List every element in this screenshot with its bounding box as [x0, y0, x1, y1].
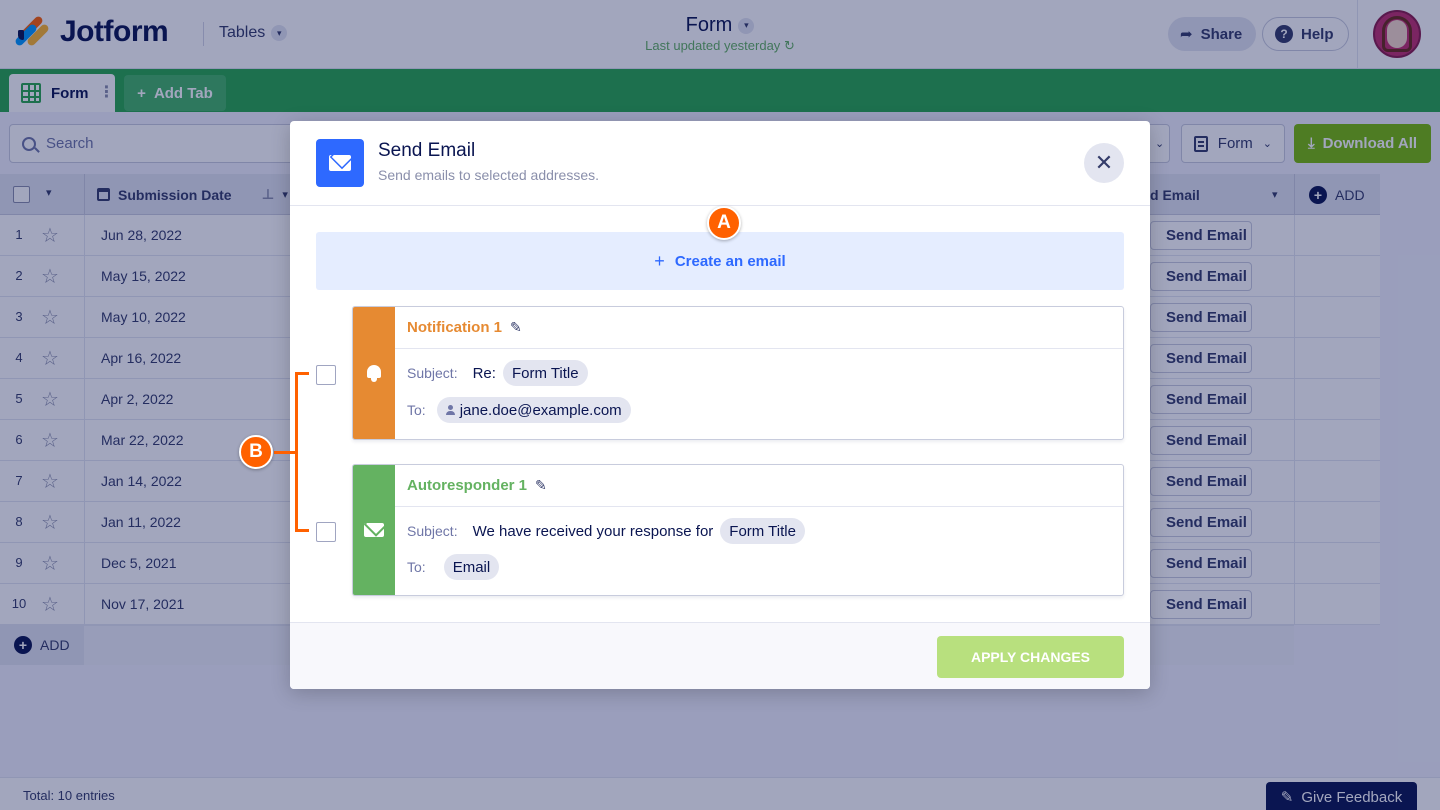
annotation-bracket — [295, 372, 309, 532]
annotation-marker-a: A — [707, 206, 741, 240]
envelope-icon — [364, 523, 384, 537]
subject-label: Subject: — [407, 365, 458, 381]
close-icon: ✕ — [1094, 150, 1114, 175]
email-card-notification[interactable]: Notification 1 ✎ Subject: Re: Form Title… — [352, 306, 1124, 440]
person-icon — [445, 405, 455, 415]
to-label: To: — [407, 559, 426, 575]
edit-pencil-icon[interactable]: ✎ — [535, 477, 547, 494]
apply-changes-button[interactable]: APPLY CHANGES — [937, 636, 1124, 678]
annotation-marker-b: B — [239, 435, 273, 469]
notification-header: Notification 1 ✎ — [395, 307, 1123, 349]
modal-title: Send Email — [378, 140, 476, 161]
notification-name: Notification 1 — [407, 319, 503, 336]
email-card-autoresponder[interactable]: Autoresponder 1 ✎ Subject: We have recei… — [352, 464, 1124, 596]
plus-icon: + — [654, 250, 665, 271]
recipient-chip: jane.doe@example.com — [436, 397, 631, 423]
autoresponder-checkbox[interactable] — [316, 522, 336, 542]
close-button[interactable]: ✕ — [1084, 143, 1124, 183]
autoresponder-stripe — [353, 465, 395, 595]
subject-field-chip: Form Title — [720, 518, 805, 544]
autoresponder-header: Autoresponder 1 ✎ — [395, 465, 1123, 507]
bell-icon — [365, 364, 383, 382]
notification-subject-row: Subject: Re: Form Title — [407, 360, 588, 386]
create-email-button[interactable]: + Create an email — [316, 232, 1124, 290]
subject-field-chip: Form Title — [502, 360, 588, 386]
notification-checkbox[interactable] — [316, 365, 336, 385]
edit-pencil-icon[interactable]: ✎ — [510, 319, 522, 336]
annotation-bracket-tick — [274, 451, 296, 454]
autoresponder-to-row: To: Email — [407, 554, 500, 580]
modal-subtitle: Send emails to selected addresses. — [378, 167, 600, 183]
recipient-email: jane.doe@example.com — [459, 401, 622, 419]
notification-to-row: To: jane.doe@example.com — [407, 397, 631, 423]
subject-label: Subject: — [407, 523, 458, 539]
to-label: To: — [407, 402, 426, 418]
autoresponder-name: Autoresponder 1 — [407, 477, 528, 494]
recipient-field-chip: Email — [443, 554, 500, 580]
subject-prefix: Re: — [472, 364, 496, 382]
modal-header: Send Email Send emails to selected addre… — [290, 121, 1150, 206]
notification-stripe — [353, 307, 395, 439]
modal-footer: APPLY CHANGES — [290, 622, 1150, 689]
create-email-label: Create an email — [674, 252, 786, 270]
email-icon — [316, 139, 364, 187]
autoresponder-subject-row: Subject: We have received your response … — [407, 518, 805, 544]
subject-text: We have received your response for — [472, 522, 714, 540]
